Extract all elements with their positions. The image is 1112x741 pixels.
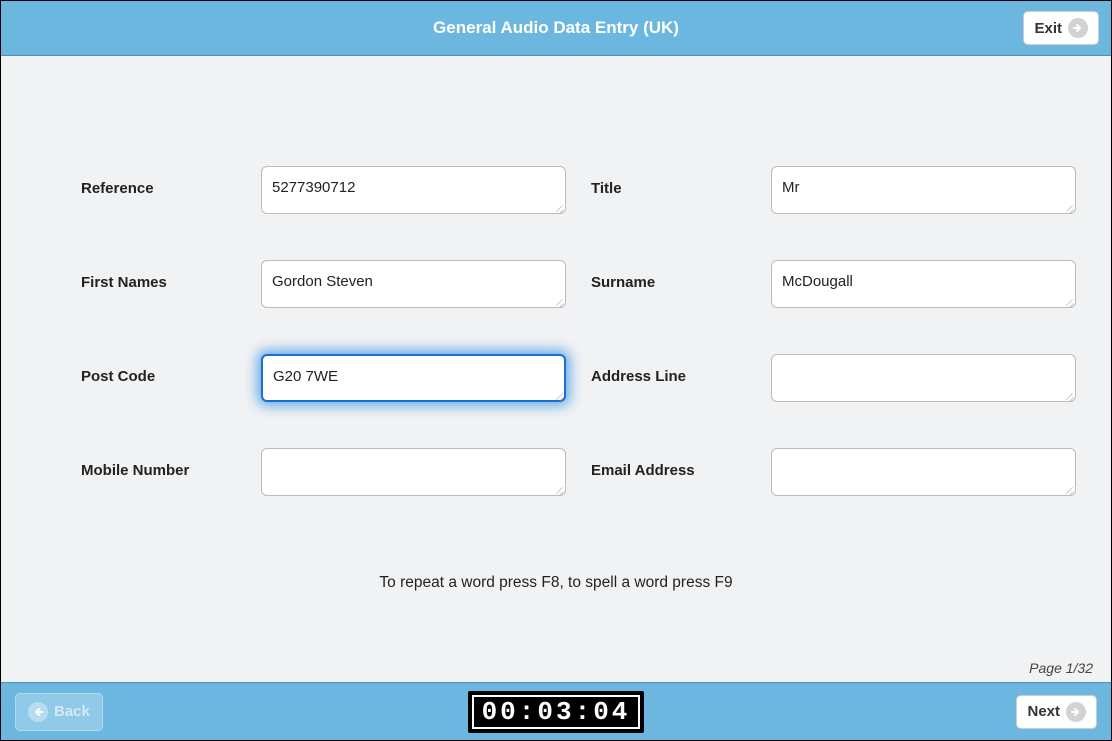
title-label: Title <box>591 166 751 197</box>
timer-display: 00:03:04 <box>468 691 645 733</box>
arrow-left-icon <box>28 702 48 722</box>
footer-bar: Back 00:03:04 Next <box>1 682 1111 740</box>
reference-label: Reference <box>81 166 241 197</box>
arrow-right-icon <box>1066 702 1086 722</box>
reference-field[interactable] <box>261 166 566 214</box>
surname-label: Surname <box>591 260 751 291</box>
back-button: Back <box>15 693 103 731</box>
page-indicator: Page 1/32 <box>1029 660 1093 676</box>
arrow-right-icon <box>1068 18 1088 38</box>
mobile-number-label: Mobile Number <box>81 448 241 479</box>
app-window: General Audio Data Entry (UK) Exit Refer… <box>0 0 1112 741</box>
address-line-label: Address Line <box>591 354 751 385</box>
content-area: Reference Title First Names Surname Post… <box>1 56 1111 682</box>
email-address-field[interactable] <box>771 448 1076 496</box>
next-button-label: Next <box>1027 703 1060 720</box>
form-grid: Reference Title First Names Surname Post… <box>81 166 1111 496</box>
next-button[interactable]: Next <box>1016 695 1097 729</box>
first-names-field[interactable] <box>261 260 566 308</box>
post-code-label: Post Code <box>81 354 241 385</box>
post-code-field[interactable] <box>261 354 566 402</box>
address-line-field[interactable] <box>771 354 1076 402</box>
page-title: General Audio Data Entry (UK) <box>433 18 679 38</box>
surname-field[interactable] <box>771 260 1076 308</box>
keyboard-hint: To repeat a word press F8, to spell a wo… <box>1 574 1111 592</box>
back-button-label: Back <box>54 703 90 720</box>
mobile-number-field[interactable] <box>261 448 566 496</box>
title-field[interactable] <box>771 166 1076 214</box>
exit-button[interactable]: Exit <box>1023 11 1099 45</box>
email-address-label: Email Address <box>591 448 751 479</box>
header-bar: General Audio Data Entry (UK) Exit <box>1 1 1111 56</box>
exit-button-label: Exit <box>1034 20 1062 37</box>
first-names-label: First Names <box>81 260 241 291</box>
